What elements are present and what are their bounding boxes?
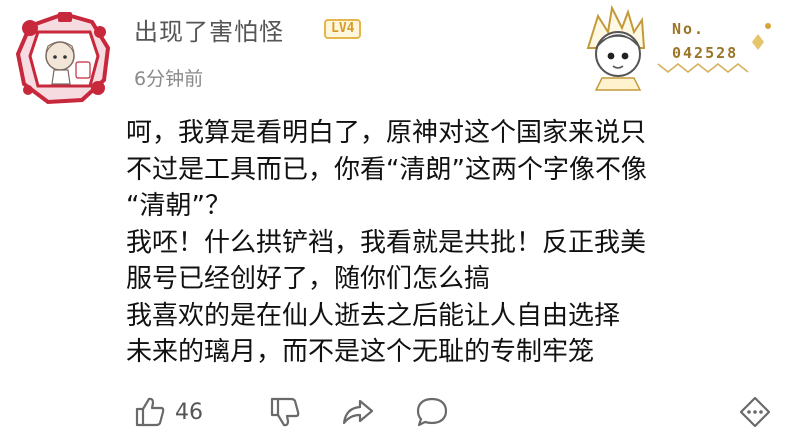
comment-line: 不过是工具而已，你看“清朗”这两个字像不像 [126, 154, 647, 185]
share-button[interactable] [340, 392, 376, 432]
comment-body: 呵，我算是看明白了，原神对这个国家来说只 不过是工具而已，你看“清朗”这两个字像… [126, 115, 786, 371]
thumbs-down-icon [270, 397, 300, 427]
dislike-button[interactable] [268, 392, 302, 432]
share-icon [342, 399, 374, 425]
more-button[interactable] [738, 392, 772, 432]
comment-line: 我呸！什么拱铲裆，我看就是共批！反正我美 [126, 227, 647, 258]
comment-line: 呵，我算是看明白了，原神对这个国家来说只 [126, 118, 647, 148]
comment-line: 我喜欢的是在仙人逝去之后能让人自由选择 [126, 300, 621, 331]
fan-card-label: No. [672, 20, 706, 38]
like-button[interactable]: 46 [133, 392, 203, 432]
reply-button[interactable] [414, 392, 450, 432]
level-badge: LV4 [324, 19, 362, 39]
comment-line: “清朝”？ [126, 191, 231, 221]
timestamp: 6分钟前 [134, 68, 204, 90]
like-count: 46 [175, 399, 203, 425]
avatar-frame-image [15, 11, 111, 105]
comment-line: 服号已经创好了，随你们怎么搞 [126, 264, 491, 294]
action-bar: 46 [0, 392, 800, 438]
more-icon [739, 396, 771, 428]
comment-line: 未来的璃月，而不是这个无耻的专制牢笼 [126, 337, 595, 367]
username[interactable]: 出现了害怕怪 [134, 12, 284, 47]
comment-icon [416, 397, 448, 427]
fan-card-number: 042528 [672, 44, 739, 62]
thumbs-up-icon [135, 397, 165, 427]
avatar[interactable] [14, 10, 114, 106]
